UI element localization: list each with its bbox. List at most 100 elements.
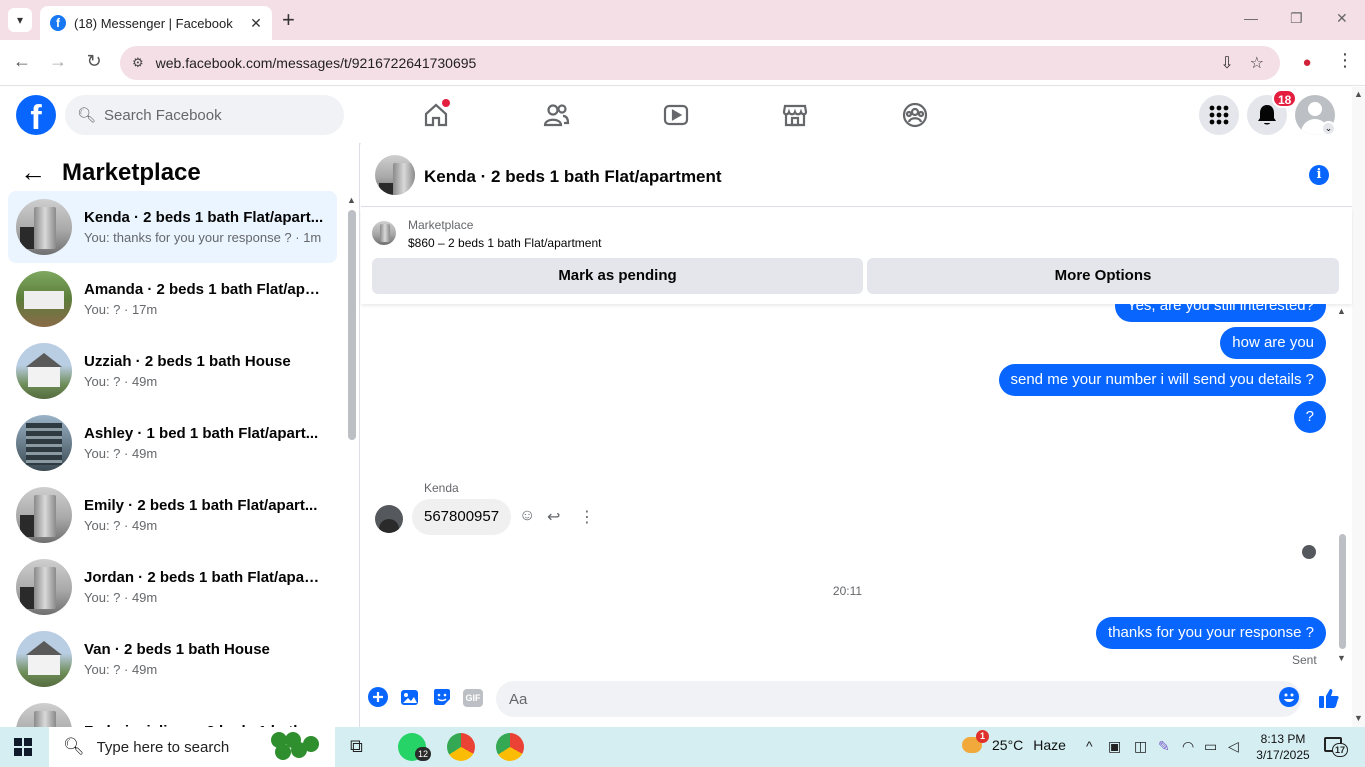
wifi-icon[interactable]: ◠ [1182,738,1194,755]
chat-panel: Kenda · 2 beds 1 bath Flat/apartment i M… [361,143,1352,727]
outgoing-message[interactable]: Yes, are you still interested? [1114,304,1326,322]
chrome-taskbar-icon[interactable] [447,733,475,761]
sticker-icon[interactable] [431,687,453,709]
chat-listing-thumbnail[interactable] [375,155,415,195]
browser-menu-icon[interactable]: ⋮ [1336,50,1354,71]
install-app-icon[interactable]: ⇩ [1220,53,1233,73]
more-actions-icon[interactable]: ⋮ [579,507,595,527]
scrollbar-thumb[interactable] [348,210,356,440]
reply-icon[interactable]: ↩ [547,507,560,527]
video-nav-icon[interactable] [662,101,690,129]
gif-icon[interactable]: GIF [463,689,483,707]
message-scrollbar[interactable]: ▲ ▼ [1336,304,1348,667]
react-emoji-icon[interactable]: ☺ [519,507,535,525]
scroll-up-arrow-icon[interactable]: ▲ [347,195,356,205]
plus-circle-icon[interactable] [367,687,389,709]
facebook-header: f 🔍︎ [0,87,1352,143]
groups-nav-icon[interactable] [901,101,929,129]
like-thumbs-up-icon[interactable] [1318,687,1340,709]
conversation-item[interactable]: Uzziah · 2 beds 1 bath House You: ? · 49m [8,335,337,407]
scroll-up-arrow-icon[interactable]: ▲ [1337,306,1346,316]
facebook-search-box[interactable]: 🔍︎ [65,95,344,135]
mark-as-pending-button[interactable]: Mark as pending [372,258,863,294]
scroll-down-arrow-icon[interactable]: ▼ [1337,653,1346,663]
tray-chevron-up-icon[interactable]: ^ [1086,738,1093,754]
conversation-list-scrollbar[interactable]: ▲ ▼ [347,195,357,727]
conversation-preview: You: ? · 17m [84,302,158,317]
bookmark-star-icon[interactable]: ☆ [1250,53,1264,73]
task-view-icon[interactable]: ⧉ [350,736,363,757]
conversation-item[interactable]: Jordan · 2 beds 1 bath Flat/apart... You:… [8,551,337,623]
new-tab-icon[interactable]: + [282,8,295,32]
clock-date: 3/17/2025 [1256,748,1310,762]
camera-icon[interactable]: ◫ [1134,738,1147,755]
conversation-name: Kenda · 2 beds 1 bath Flat/apart... [84,209,324,226]
battery-icon[interactable]: ▭ [1204,738,1217,755]
reload-icon[interactable]: ↻ [82,51,106,72]
conversation-item[interactable]: Amanda · 2 beds 1 bath Flat/apa... You: ?… [8,263,337,335]
taskbar-clock[interactable]: 8:13 PM 3/17/2025 [1252,731,1314,763]
outgoing-message[interactable]: ? [1293,401,1326,433]
conversation-item[interactable]: Kenda · 2 beds 1 bath Flat/apart... You: … [8,191,337,263]
outgoing-message[interactable]: send me your number i will send you deta… [998,364,1326,396]
outgoing-message[interactable]: thanks for you your response ? [1096,617,1326,649]
conversation-thumbnail [16,343,72,399]
tab-search-menu-icon[interactable]: ▾ [8,8,32,32]
outgoing-message[interactable]: how are you [1220,327,1326,359]
browser-tab-messenger[interactable]: f (18) Messenger | Facebook ✕ [40,6,272,40]
page-scrollbar[interactable]: ▲ ▼ [1352,87,1365,727]
taskbar-search-input[interactable] [96,738,257,756]
friends-nav-icon[interactable] [542,101,570,129]
site-settings-icon[interactable]: ⚙ [132,55,144,71]
account-chevron-down-icon[interactable]: ⌄ [1321,121,1336,136]
emoji-icon[interactable] [1278,687,1300,709]
meet-icon[interactable]: ▣ [1108,738,1121,755]
marketplace-nav-icon[interactable] [781,101,809,129]
info-icon[interactable]: i [1309,165,1329,185]
incoming-message[interactable]: 567800957 [412,499,512,535]
message-sent-status: Sent [1292,653,1317,667]
facebook-search-input[interactable] [104,106,325,124]
conversation-item[interactable]: Federicojalisco · 2 beds 1 bath Fl... [8,695,337,727]
chat-title[interactable]: Kenda · 2 beds 1 bath Flat/apartment [424,167,722,187]
facebook-logo-icon[interactable]: f [16,95,56,135]
conversation-name: Uzziah · 2 beds 1 bath House [84,353,291,370]
listing-source: Marketplace [408,218,474,232]
conversation-item[interactable]: Ashley · 1 bed 1 bath Flat/apart... You: … [8,407,337,479]
sender-avatar[interactable] [375,505,403,533]
restore-icon[interactable]: ❐ [1290,10,1303,27]
conversation-thumbnail [16,631,72,687]
listing-description[interactable]: $860 – 2 beds 1 bath Flat/apartment [408,236,601,250]
url-text[interactable]: web.facebook.com/messages/t/921672264173… [156,55,1221,71]
action-center-icon[interactable]: 17 [1324,737,1348,757]
scrollbar-thumb[interactable] [1339,534,1346,649]
pen-icon[interactable]: ✎ [1158,738,1170,755]
back-arrow-icon[interactable]: ← [10,51,34,72]
weather-widget[interactable]: 1 25°C Haze [962,730,1066,753]
conversation-preview: You: ? · 49m [84,590,158,605]
menu-grid-icon[interactable] [1199,95,1239,135]
photo-icon[interactable] [399,687,421,709]
conversation-name: Jordan · 2 beds 1 bath Flat/apart... [84,569,324,586]
scroll-down-arrow-icon[interactable]: ▼ [1354,713,1363,723]
back-arrow-icon[interactable]: ← [20,157,46,188]
conversation-item[interactable]: Van · 2 beds 1 bath House You: ? · 49m [8,623,337,695]
message-input[interactable] [496,681,1301,717]
clover-widget-icon[interactable] [265,730,325,764]
forward-arrow-icon[interactable]: → [46,51,70,72]
more-options-button[interactable]: More Options [867,258,1339,294]
windows-start-icon[interactable] [14,738,32,756]
browser-profile-icon[interactable]: ● [1297,53,1317,73]
minimize-icon[interactable]: — [1244,10,1258,26]
scroll-up-arrow-icon[interactable]: ▲ [1354,89,1363,99]
tab-close-icon[interactable]: ✕ [246,15,266,32]
conversation-item[interactable]: Emily · 2 beds 1 bath Flat/apart... You: … [8,479,337,551]
volume-muted-icon[interactable]: ◁ [1228,738,1239,755]
chrome-profile-taskbar-icon[interactable] [496,733,524,761]
listing-thumbnail[interactable] [372,221,396,245]
conversation-preview: You: ? · 49m [84,446,158,461]
home-nav-icon[interactable] [422,99,450,129]
url-bar[interactable]: ⚙ web.facebook.com/messages/t/9216722641… [120,46,1280,80]
close-window-icon[interactable]: ✕ [1336,10,1348,27]
conversation-name: Amanda · 2 beds 1 bath Flat/apa... [84,281,324,298]
